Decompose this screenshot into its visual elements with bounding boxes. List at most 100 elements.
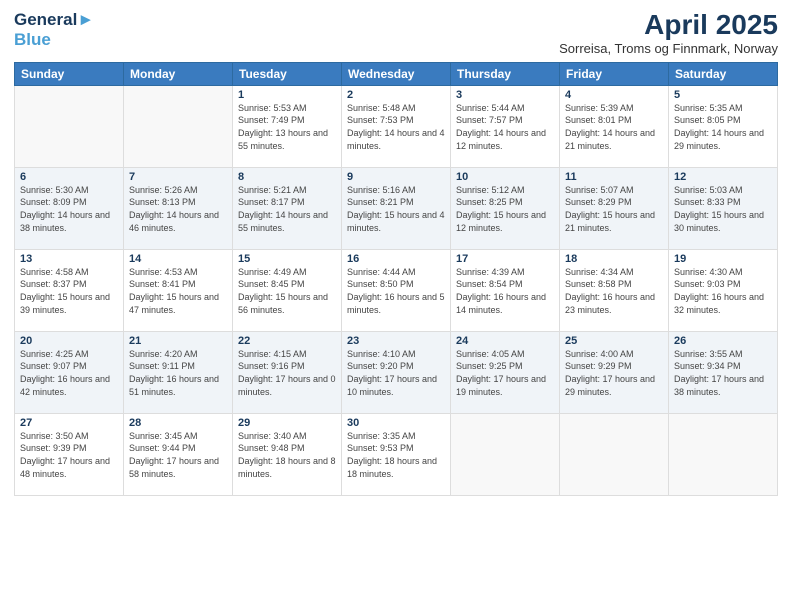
day-number: 25 xyxy=(565,335,663,347)
location: Sorreisa, Troms og Finnmark, Norway xyxy=(559,41,778,56)
day-info: Sunrise: 4:20 AMSunset: 9:11 PMDaylight:… xyxy=(129,348,227,398)
calendar-day-cell: 24Sunrise: 4:05 AMSunset: 9:25 PMDayligh… xyxy=(451,331,560,413)
day-number: 19 xyxy=(674,253,772,265)
calendar-day-cell xyxy=(124,85,233,167)
day-info: Sunrise: 4:15 AMSunset: 9:16 PMDaylight:… xyxy=(238,348,336,398)
calendar-day-cell: 25Sunrise: 4:00 AMSunset: 9:29 PMDayligh… xyxy=(560,331,669,413)
weekday-header: Monday xyxy=(124,62,233,85)
calendar-week-row: 27Sunrise: 3:50 AMSunset: 9:39 PMDayligh… xyxy=(15,413,778,495)
day-number: 6 xyxy=(20,171,118,183)
day-number: 24 xyxy=(456,335,554,347)
weekday-header: Thursday xyxy=(451,62,560,85)
day-number: 18 xyxy=(565,253,663,265)
day-number: 9 xyxy=(347,171,445,183)
day-number: 7 xyxy=(129,171,227,183)
calendar-day-cell xyxy=(669,413,778,495)
day-number: 23 xyxy=(347,335,445,347)
weekday-header-row: SundayMondayTuesdayWednesdayThursdayFrid… xyxy=(15,62,778,85)
calendar-day-cell: 19Sunrise: 4:30 AMSunset: 9:03 PMDayligh… xyxy=(669,249,778,331)
calendar-day-cell: 21Sunrise: 4:20 AMSunset: 9:11 PMDayligh… xyxy=(124,331,233,413)
calendar-day-cell: 1Sunrise: 5:53 AMSunset: 7:49 PMDaylight… xyxy=(233,85,342,167)
header: General► Blue April 2025 Sorreisa, Troms… xyxy=(14,10,778,56)
day-number: 20 xyxy=(20,335,118,347)
day-number: 10 xyxy=(456,171,554,183)
logo-line1: General► xyxy=(14,10,94,30)
day-number: 30 xyxy=(347,417,445,429)
day-number: 14 xyxy=(129,253,227,265)
day-info: Sunrise: 5:26 AMSunset: 8:13 PMDaylight:… xyxy=(129,184,227,234)
day-info: Sunrise: 4:30 AMSunset: 9:03 PMDaylight:… xyxy=(674,266,772,316)
day-number: 27 xyxy=(20,417,118,429)
day-number: 3 xyxy=(456,89,554,101)
day-number: 4 xyxy=(565,89,663,101)
day-number: 22 xyxy=(238,335,336,347)
day-number: 2 xyxy=(347,89,445,101)
day-info: Sunrise: 3:45 AMSunset: 9:44 PMDaylight:… xyxy=(129,430,227,480)
day-info: Sunrise: 4:05 AMSunset: 9:25 PMDaylight:… xyxy=(456,348,554,398)
day-number: 16 xyxy=(347,253,445,265)
day-number: 17 xyxy=(456,253,554,265)
calendar-week-row: 1Sunrise: 5:53 AMSunset: 7:49 PMDaylight… xyxy=(15,85,778,167)
calendar-day-cell: 10Sunrise: 5:12 AMSunset: 8:25 PMDayligh… xyxy=(451,167,560,249)
day-info: Sunrise: 5:07 AMSunset: 8:29 PMDaylight:… xyxy=(565,184,663,234)
day-number: 29 xyxy=(238,417,336,429)
calendar-day-cell: 20Sunrise: 4:25 AMSunset: 9:07 PMDayligh… xyxy=(15,331,124,413)
day-info: Sunrise: 4:58 AMSunset: 8:37 PMDaylight:… xyxy=(20,266,118,316)
day-number: 11 xyxy=(565,171,663,183)
day-info: Sunrise: 5:30 AMSunset: 8:09 PMDaylight:… xyxy=(20,184,118,234)
day-number: 21 xyxy=(129,335,227,347)
day-info: Sunrise: 5:12 AMSunset: 8:25 PMDaylight:… xyxy=(456,184,554,234)
day-info: Sunrise: 3:50 AMSunset: 9:39 PMDaylight:… xyxy=(20,430,118,480)
day-number: 15 xyxy=(238,253,336,265)
calendar-day-cell: 8Sunrise: 5:21 AMSunset: 8:17 PMDaylight… xyxy=(233,167,342,249)
calendar-day-cell: 7Sunrise: 5:26 AMSunset: 8:13 PMDaylight… xyxy=(124,167,233,249)
day-number: 28 xyxy=(129,417,227,429)
day-info: Sunrise: 5:21 AMSunset: 8:17 PMDaylight:… xyxy=(238,184,336,234)
calendar-day-cell: 6Sunrise: 5:30 AMSunset: 8:09 PMDaylight… xyxy=(15,167,124,249)
day-info: Sunrise: 5:48 AMSunset: 7:53 PMDaylight:… xyxy=(347,102,445,152)
calendar-day-cell: 17Sunrise: 4:39 AMSunset: 8:54 PMDayligh… xyxy=(451,249,560,331)
calendar-day-cell: 27Sunrise: 3:50 AMSunset: 9:39 PMDayligh… xyxy=(15,413,124,495)
title-area: April 2025 Sorreisa, Troms og Finnmark, … xyxy=(559,10,778,56)
calendar-day-cell: 18Sunrise: 4:34 AMSunset: 8:58 PMDayligh… xyxy=(560,249,669,331)
calendar-day-cell: 5Sunrise: 5:35 AMSunset: 8:05 PMDaylight… xyxy=(669,85,778,167)
weekday-header: Wednesday xyxy=(342,62,451,85)
day-info: Sunrise: 3:55 AMSunset: 9:34 PMDaylight:… xyxy=(674,348,772,398)
day-number: 13 xyxy=(20,253,118,265)
day-number: 26 xyxy=(674,335,772,347)
calendar-week-row: 6Sunrise: 5:30 AMSunset: 8:09 PMDaylight… xyxy=(15,167,778,249)
calendar-day-cell: 9Sunrise: 5:16 AMSunset: 8:21 PMDaylight… xyxy=(342,167,451,249)
logo-line2: Blue xyxy=(14,30,94,50)
calendar-day-cell: 23Sunrise: 4:10 AMSunset: 9:20 PMDayligh… xyxy=(342,331,451,413)
calendar-table: SundayMondayTuesdayWednesdayThursdayFrid… xyxy=(14,62,778,496)
day-info: Sunrise: 3:35 AMSunset: 9:53 PMDaylight:… xyxy=(347,430,445,480)
logo: General► Blue xyxy=(14,10,94,49)
day-info: Sunrise: 4:44 AMSunset: 8:50 PMDaylight:… xyxy=(347,266,445,316)
day-info: Sunrise: 5:16 AMSunset: 8:21 PMDaylight:… xyxy=(347,184,445,234)
day-info: Sunrise: 5:39 AMSunset: 8:01 PMDaylight:… xyxy=(565,102,663,152)
calendar-day-cell xyxy=(15,85,124,167)
day-number: 5 xyxy=(674,89,772,101)
day-number: 12 xyxy=(674,171,772,183)
day-info: Sunrise: 4:49 AMSunset: 8:45 PMDaylight:… xyxy=(238,266,336,316)
calendar-day-cell xyxy=(451,413,560,495)
month-title: April 2025 xyxy=(559,10,778,41)
calendar-day-cell: 16Sunrise: 4:44 AMSunset: 8:50 PMDayligh… xyxy=(342,249,451,331)
calendar-day-cell: 13Sunrise: 4:58 AMSunset: 8:37 PMDayligh… xyxy=(15,249,124,331)
calendar-day-cell: 30Sunrise: 3:35 AMSunset: 9:53 PMDayligh… xyxy=(342,413,451,495)
weekday-header: Sunday xyxy=(15,62,124,85)
day-info: Sunrise: 3:40 AMSunset: 9:48 PMDaylight:… xyxy=(238,430,336,480)
calendar-day-cell: 26Sunrise: 3:55 AMSunset: 9:34 PMDayligh… xyxy=(669,331,778,413)
calendar-day-cell: 28Sunrise: 3:45 AMSunset: 9:44 PMDayligh… xyxy=(124,413,233,495)
calendar-day-cell: 12Sunrise: 5:03 AMSunset: 8:33 PMDayligh… xyxy=(669,167,778,249)
calendar-day-cell: 15Sunrise: 4:49 AMSunset: 8:45 PMDayligh… xyxy=(233,249,342,331)
calendar-day-cell: 22Sunrise: 4:15 AMSunset: 9:16 PMDayligh… xyxy=(233,331,342,413)
calendar-week-row: 13Sunrise: 4:58 AMSunset: 8:37 PMDayligh… xyxy=(15,249,778,331)
weekday-header: Saturday xyxy=(669,62,778,85)
calendar-day-cell: 29Sunrise: 3:40 AMSunset: 9:48 PMDayligh… xyxy=(233,413,342,495)
day-info: Sunrise: 4:53 AMSunset: 8:41 PMDaylight:… xyxy=(129,266,227,316)
calendar-day-cell: 4Sunrise: 5:39 AMSunset: 8:01 PMDaylight… xyxy=(560,85,669,167)
day-info: Sunrise: 4:10 AMSunset: 9:20 PMDaylight:… xyxy=(347,348,445,398)
calendar-day-cell: 2Sunrise: 5:48 AMSunset: 7:53 PMDaylight… xyxy=(342,85,451,167)
weekday-header: Tuesday xyxy=(233,62,342,85)
